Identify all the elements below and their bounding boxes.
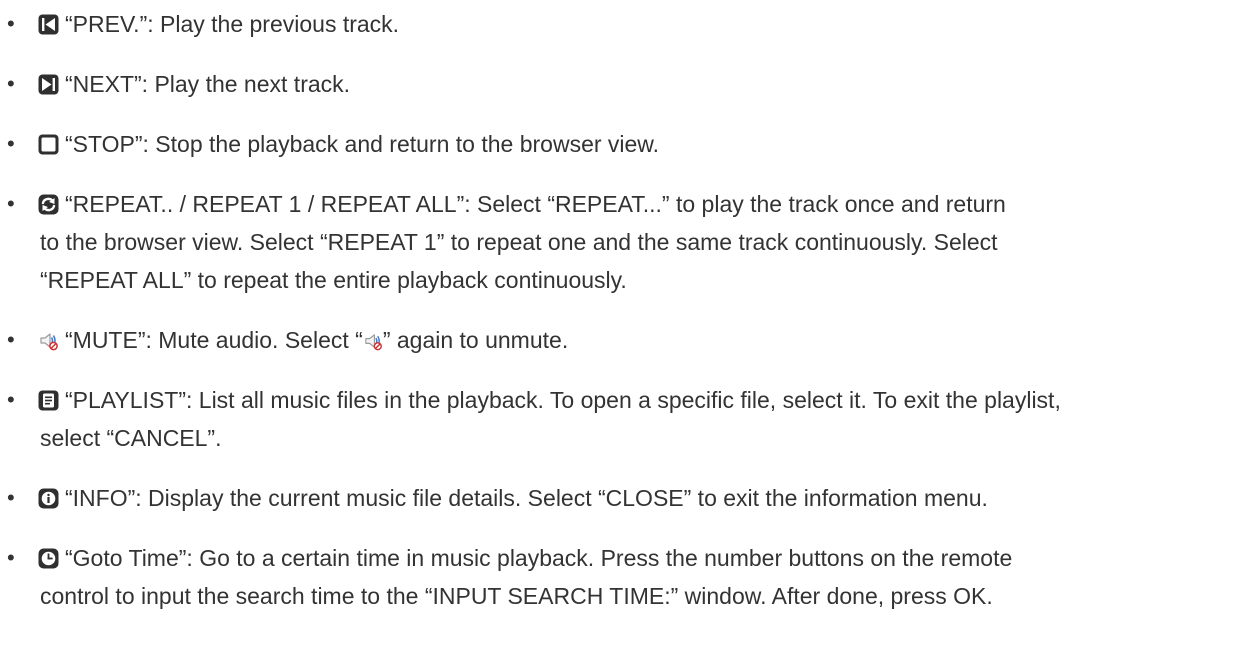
prev-track-icon — [38, 14, 59, 35]
bullet: • — [7, 545, 15, 570]
list-item-text: “PREV.”: Play the previous track. — [65, 11, 400, 37]
list-item-text: to the browser view. Select “REPEAT 1” t… — [40, 229, 998, 255]
list-item-text: control to input the search time to the … — [40, 583, 993, 609]
list-item-text: select “CANCEL”. — [40, 425, 222, 451]
bullet: • — [7, 191, 15, 216]
bullet: • — [7, 485, 15, 510]
mute-icon — [363, 331, 383, 351]
list-item-line: “STOP”: Stop the playback and return to … — [38, 126, 659, 162]
list-item-text: “NEXT”: Play the next track. — [65, 71, 351, 97]
info-icon — [38, 488, 59, 509]
mute-icon — [38, 330, 59, 351]
list-item-line: “MUTE”: Mute audio. Select “ ” again to … — [38, 322, 568, 358]
bullet: • — [7, 387, 15, 412]
list-item-text: “STOP”: Stop the playback and return to … — [65, 131, 660, 157]
list-item-text: “REPEAT.. / REPEAT 1 / REPEAT ALL”: Sele… — [65, 191, 1006, 217]
list-item-line: “REPEAT ALL” to repeat the entire playba… — [40, 262, 627, 298]
bullet: • — [7, 131, 15, 156]
list-item-line: select “CANCEL”. — [40, 420, 221, 456]
repeat-icon — [38, 194, 59, 215]
list-item-line: “NEXT”: Play the next track. — [38, 66, 350, 102]
list-item-line: control to input the search time to the … — [40, 578, 993, 614]
list-item-line: “REPEAT.. / REPEAT 1 / REPEAT ALL”: Sele… — [38, 186, 1006, 222]
goto-time-icon — [38, 548, 59, 569]
bullet: • — [7, 71, 15, 96]
list-item-text: “MUTE”: Mute audio. Select “ — [65, 327, 363, 353]
bullet: • — [7, 11, 15, 36]
list-item-line: “PREV.”: Play the previous track. — [38, 6, 399, 42]
playlist-icon — [38, 390, 59, 411]
list-item-line: to the browser view. Select “REPEAT 1” t… — [40, 224, 998, 260]
list-item-text: “PLAYLIST”: List all music files in the … — [65, 387, 1061, 413]
list-item-text: “Goto Time”: Go to a certain time in mus… — [65, 545, 1013, 571]
next-track-icon — [38, 74, 59, 95]
list-item-line: “Goto Time”: Go to a certain time in mus… — [38, 540, 1012, 576]
list-item-line: “PLAYLIST”: List all music files in the … — [38, 382, 1061, 418]
list-item-text: ” again to unmute. — [382, 327, 569, 353]
list-item-text: “REPEAT ALL” to repeat the entire playba… — [40, 267, 627, 293]
list-item-line: “INFO”: Display the current music file d… — [38, 480, 988, 516]
bullet: • — [7, 327, 15, 352]
stop-icon — [38, 134, 59, 155]
list-item-text: “INFO”: Display the current music file d… — [65, 485, 988, 511]
